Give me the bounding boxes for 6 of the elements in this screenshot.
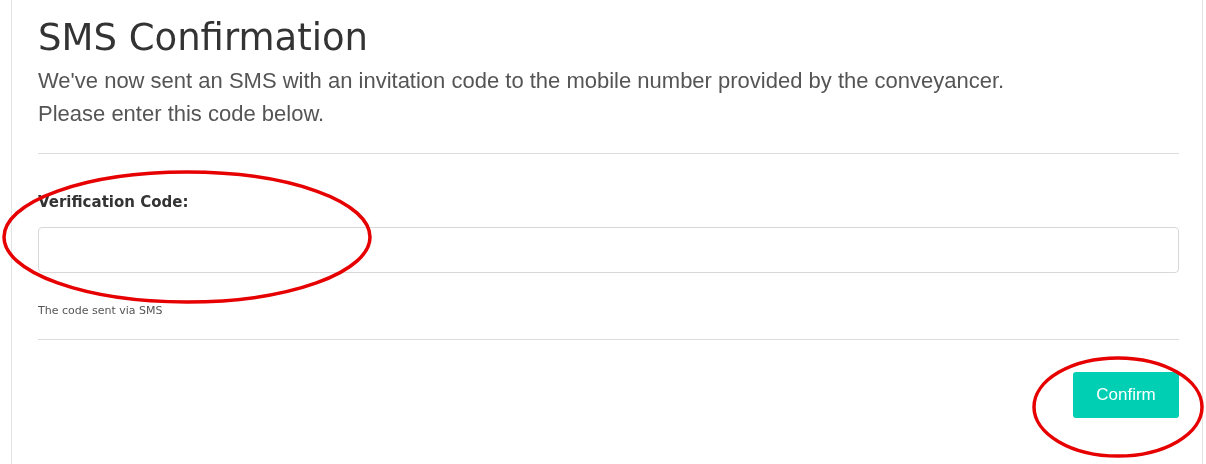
field-label: Verification Code: [38,192,189,212]
intro-text: We've now sent an SMS with an invitation code to the mobile number provided by the conveyancer. Please enter this code below. [38,67,1006,128]
page-title: SMS Confirmation [38,15,370,61]
help-text: The code sent via SMS [38,303,163,319]
verification-code-field[interactable] [38,227,1179,273]
confirm-button[interactable]: Confirm [1073,372,1179,418]
